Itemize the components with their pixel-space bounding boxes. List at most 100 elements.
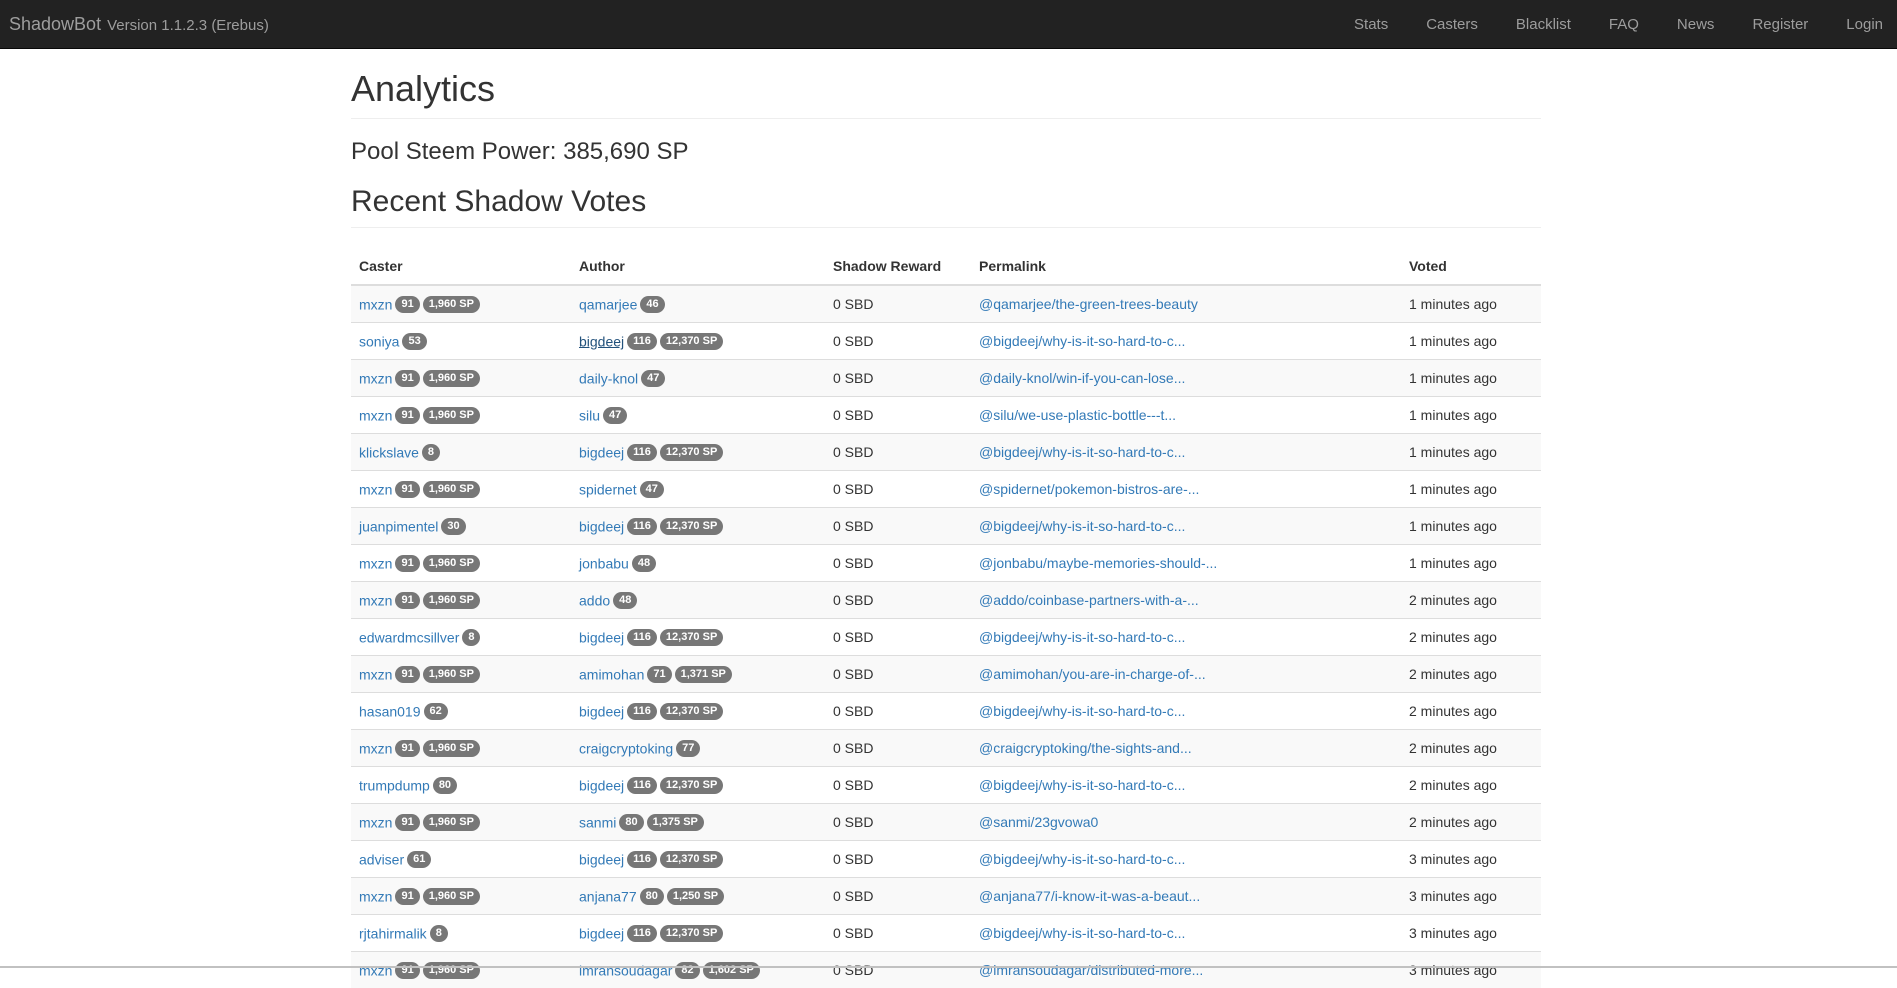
permalink-link[interactable]: @amimohan/you-are-in-charge-of-... (979, 666, 1206, 682)
caster-link[interactable]: mxzn (359, 555, 392, 571)
permalink-link[interactable]: @bigdeej/why-is-it-so-hard-to-c... (979, 629, 1185, 645)
permalink-cell: @addo/coinbase-partners-with-a-... (971, 580, 1401, 619)
table-row: hasan019 62 bigdeej 116 12,370 SP 0 SBD @bigde… (351, 691, 1541, 730)
author-link[interactable]: jonbabu (579, 555, 629, 571)
voted-cell: 1 minutes ago (1401, 432, 1541, 471)
caster-link[interactable]: edwardmcsillver (359, 629, 459, 645)
author-link[interactable]: anjana77 (579, 888, 637, 904)
nav-register[interactable]: Register (1733, 0, 1827, 48)
author-link[interactable]: addo (579, 592, 610, 608)
voted-cell: 1 minutes ago (1401, 358, 1541, 397)
author-link[interactable]: amimohan (579, 666, 644, 682)
shadow-reward-cell: 0 SBD (825, 580, 971, 619)
permalink-link[interactable]: @bigdeej/why-is-it-so-hard-to-c... (979, 518, 1185, 534)
caster-reputation-badge: 91 (395, 480, 420, 498)
author-link[interactable]: bigdeej (579, 703, 624, 719)
author-link[interactable]: bigdeej (579, 629, 624, 645)
caster-link[interactable]: trumpdump (359, 777, 430, 793)
permalink-link[interactable]: @bigdeej/why-is-it-so-hard-to-c... (979, 925, 1185, 941)
author-link[interactable]: craigcryptoking (579, 740, 673, 756)
caster-sp-badge: 1,960 SP (422, 961, 480, 979)
author-link[interactable]: sanmi (579, 814, 616, 830)
caster-reputation-badge: 91 (395, 813, 420, 831)
author-reputation-badge: 116 (627, 517, 657, 535)
permalink-link[interactable]: @daily-knol/win-if-you-can-lose... (979, 370, 1185, 386)
permalink-cell: @bigdeej/why-is-it-so-hard-to-c... (971, 765, 1401, 804)
author-sp-badge: 12,370 SP (659, 443, 724, 461)
table-row: soniya 53 bigdeej 116 12,370 SP 0 SBD @bigdeej… (351, 321, 1541, 360)
author-link[interactable]: spidernet (579, 481, 637, 497)
voted-cell: 2 minutes ago (1401, 802, 1541, 841)
permalink-link[interactable]: @qamarjee/the-green-trees-beauty (979, 296, 1198, 312)
author-cell: silu 47 (571, 395, 825, 434)
caster-link[interactable]: adviser (359, 851, 404, 867)
caster-sp-badge: 1,960 SP (422, 369, 480, 387)
table-row: mxzn 91 1,960 SP craigcryptoking 77 0 SBD @cra… (351, 728, 1541, 767)
caster-link[interactable]: juanpimentel (359, 518, 438, 534)
permalink-link[interactable]: @craigcryptoking/the-sights-and... (979, 740, 1192, 756)
caster-cell: mxzn 91 1,960 SP (351, 950, 571, 988)
author-link[interactable]: bigdeej (579, 925, 624, 941)
caster-link[interactable]: mxzn (359, 814, 392, 830)
permalink-link[interactable]: @imransoudagar/distributed-more... (979, 962, 1203, 978)
author-link[interactable]: bigdeej (579, 851, 624, 867)
nav-news[interactable]: News (1658, 0, 1734, 48)
caster-link[interactable]: hasan019 (359, 703, 421, 719)
caster-link[interactable]: mxzn (359, 592, 392, 608)
author-link[interactable]: bigdeej (579, 333, 624, 349)
permalink-link[interactable]: @jonbabu/maybe-memories-should-... (979, 555, 1217, 571)
caster-reputation-badge: 8 (421, 443, 441, 461)
author-link[interactable]: bigdeej (579, 444, 624, 460)
caster-link[interactable]: klickslave (359, 444, 419, 460)
permalink-cell: @jonbabu/maybe-memories-should-... (971, 543, 1401, 582)
nav-blacklist[interactable]: Blacklist (1497, 0, 1590, 48)
permalink-link[interactable]: @addo/coinbase-partners-with-a-... (979, 592, 1199, 608)
caster-sp-badge: 1,960 SP (422, 554, 480, 572)
caster-reputation-badge: 8 (429, 924, 448, 942)
nav-casters[interactable]: Casters (1407, 0, 1497, 48)
author-link[interactable]: bigdeej (579, 777, 624, 793)
caster-link[interactable]: mxzn (359, 481, 392, 497)
caster-sp-badge: 1,960 SP (422, 406, 480, 424)
shadow-reward-cell: 0 SBD (825, 395, 971, 434)
caster-link[interactable]: mxzn (359, 740, 392, 756)
permalink-link[interactable]: @sanmi/23gvowa0 (979, 814, 1098, 830)
brand-link[interactable]: ShadowBot Version 1.1.2.3 (Erebus) (0, 14, 269, 35)
caster-link[interactable]: mxzn (359, 666, 392, 682)
permalink-link[interactable]: @bigdeej/why-is-it-so-hard-to-c... (979, 777, 1185, 793)
caster-link[interactable]: mxzn (359, 888, 392, 904)
author-link[interactable]: silu (579, 407, 600, 423)
caster-link[interactable]: rjtahirmalik (359, 925, 427, 941)
table-row: edwardmcsillver 8 bigdeej 116 12,370 SP 0 SBD… (351, 617, 1541, 656)
permalink-cell: @spidernet/pokemon-bistros-are-... (971, 469, 1401, 508)
author-cell: bigdeej 116 12,370 SP (571, 691, 825, 730)
permalink-link[interactable]: @spidernet/pokemon-bistros-are-... (979, 481, 1199, 497)
caster-reputation-badge: 91 (395, 406, 420, 424)
author-link[interactable]: imransoudagar (579, 962, 672, 978)
nav-faq[interactable]: FAQ (1590, 0, 1658, 48)
caster-link[interactable]: soniya (359, 333, 399, 349)
nav-stats[interactable]: Stats (1335, 0, 1407, 48)
caster-link[interactable]: mxzn (359, 370, 392, 386)
author-link[interactable]: daily-knol (579, 370, 638, 386)
author-cell: spidernet 47 (571, 469, 825, 508)
table-row: trumpdump 80 bigdeej 116 12,370 SP 0 SBD @bigd… (351, 765, 1541, 804)
caster-link[interactable]: mxzn (359, 296, 392, 312)
permalink-link[interactable]: @bigdeej/why-is-it-so-hard-to-c... (979, 444, 1185, 460)
permalink-cell: @imransoudagar/distributed-more... (971, 950, 1401, 988)
nav-login[interactable]: Login (1827, 0, 1897, 48)
author-link[interactable]: qamarjee (579, 296, 637, 312)
permalink-link[interactable]: @bigdeej/why-is-it-so-hard-to-c... (979, 703, 1185, 719)
author-link[interactable]: bigdeej (579, 518, 624, 534)
caster-sp-badge: 1,960 SP (422, 665, 480, 683)
voted-cell: 2 minutes ago (1401, 580, 1541, 619)
votes-table: Caster Author Shadow Reward Permalink Vo… (351, 247, 1541, 988)
caster-reputation-badge: 91 (395, 554, 420, 572)
table-row: adviser 61 bigdeej 116 12,370 SP 0 SBD @bigdee… (351, 839, 1541, 878)
caster-link[interactable]: mxzn (359, 962, 392, 978)
permalink-link[interactable]: @bigdeej/why-is-it-so-hard-to-c... (979, 851, 1185, 867)
permalink-link[interactable]: @silu/we-use-plastic-bottle---t... (979, 407, 1176, 423)
permalink-link[interactable]: @anjana77/i-know-it-was-a-beaut... (979, 888, 1200, 904)
caster-link[interactable]: mxzn (359, 407, 392, 423)
permalink-link[interactable]: @bigdeej/why-is-it-so-hard-to-c... (979, 333, 1185, 349)
